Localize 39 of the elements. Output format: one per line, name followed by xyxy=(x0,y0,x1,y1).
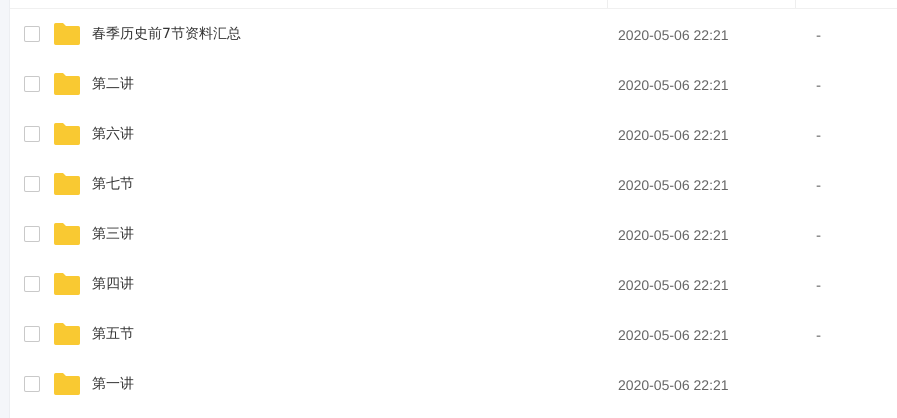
folder-icon xyxy=(54,273,80,295)
checkbox[interactable] xyxy=(24,226,40,242)
folder-icon xyxy=(54,23,80,45)
folder-icon xyxy=(54,173,80,195)
modified-time: 2020-05-06 22:21 xyxy=(618,26,729,42)
folder-name[interactable]: 第六讲 xyxy=(92,125,134,143)
checkbox[interactable] xyxy=(24,76,40,92)
file-size: - xyxy=(816,278,822,294)
modified-time: 2020-05-06 22:21 xyxy=(618,326,729,342)
modified-time: 2020-05-06 22:21 xyxy=(618,126,729,142)
modified-time: 2020-05-06 22:21 xyxy=(618,226,729,242)
folder-icon xyxy=(54,323,80,345)
modified-time: 2020-05-06 22:21 xyxy=(618,76,729,92)
checkbox[interactable] xyxy=(24,126,40,142)
folder-icon xyxy=(54,73,80,95)
checkbox[interactable] xyxy=(24,326,40,342)
file-size: - xyxy=(816,328,822,344)
folder-name[interactable]: 第三讲 xyxy=(92,225,134,243)
folder-name[interactable]: 第四讲 xyxy=(92,275,134,293)
folder-icon xyxy=(54,373,80,395)
folder-name[interactable]: 第七节 xyxy=(92,175,134,193)
folder-name[interactable]: 春季历史前7节资料汇总 xyxy=(92,25,241,43)
checkbox[interactable] xyxy=(24,176,40,192)
folder-name[interactable]: 第五节 xyxy=(92,325,134,343)
folder-name[interactable]: 第二讲 xyxy=(92,75,134,93)
folder-icon xyxy=(54,123,80,145)
folder-icon xyxy=(54,223,80,245)
file-size: - xyxy=(816,228,822,244)
checkbox[interactable] xyxy=(24,26,40,42)
file-size: - xyxy=(816,128,822,144)
modified-time: 2020-05-06 22:21 xyxy=(618,276,729,292)
file-size: - xyxy=(816,78,822,94)
file-size: - xyxy=(816,178,822,194)
checkbox[interactable] xyxy=(24,376,40,392)
modified-time: 2020-05-06 22:21 xyxy=(618,176,729,192)
file-size: - xyxy=(816,28,822,44)
folder-name[interactable]: 第一讲 xyxy=(92,375,134,393)
modified-time: 2020-05-06 22:21 xyxy=(618,376,729,392)
checkbox[interactable] xyxy=(24,276,40,292)
